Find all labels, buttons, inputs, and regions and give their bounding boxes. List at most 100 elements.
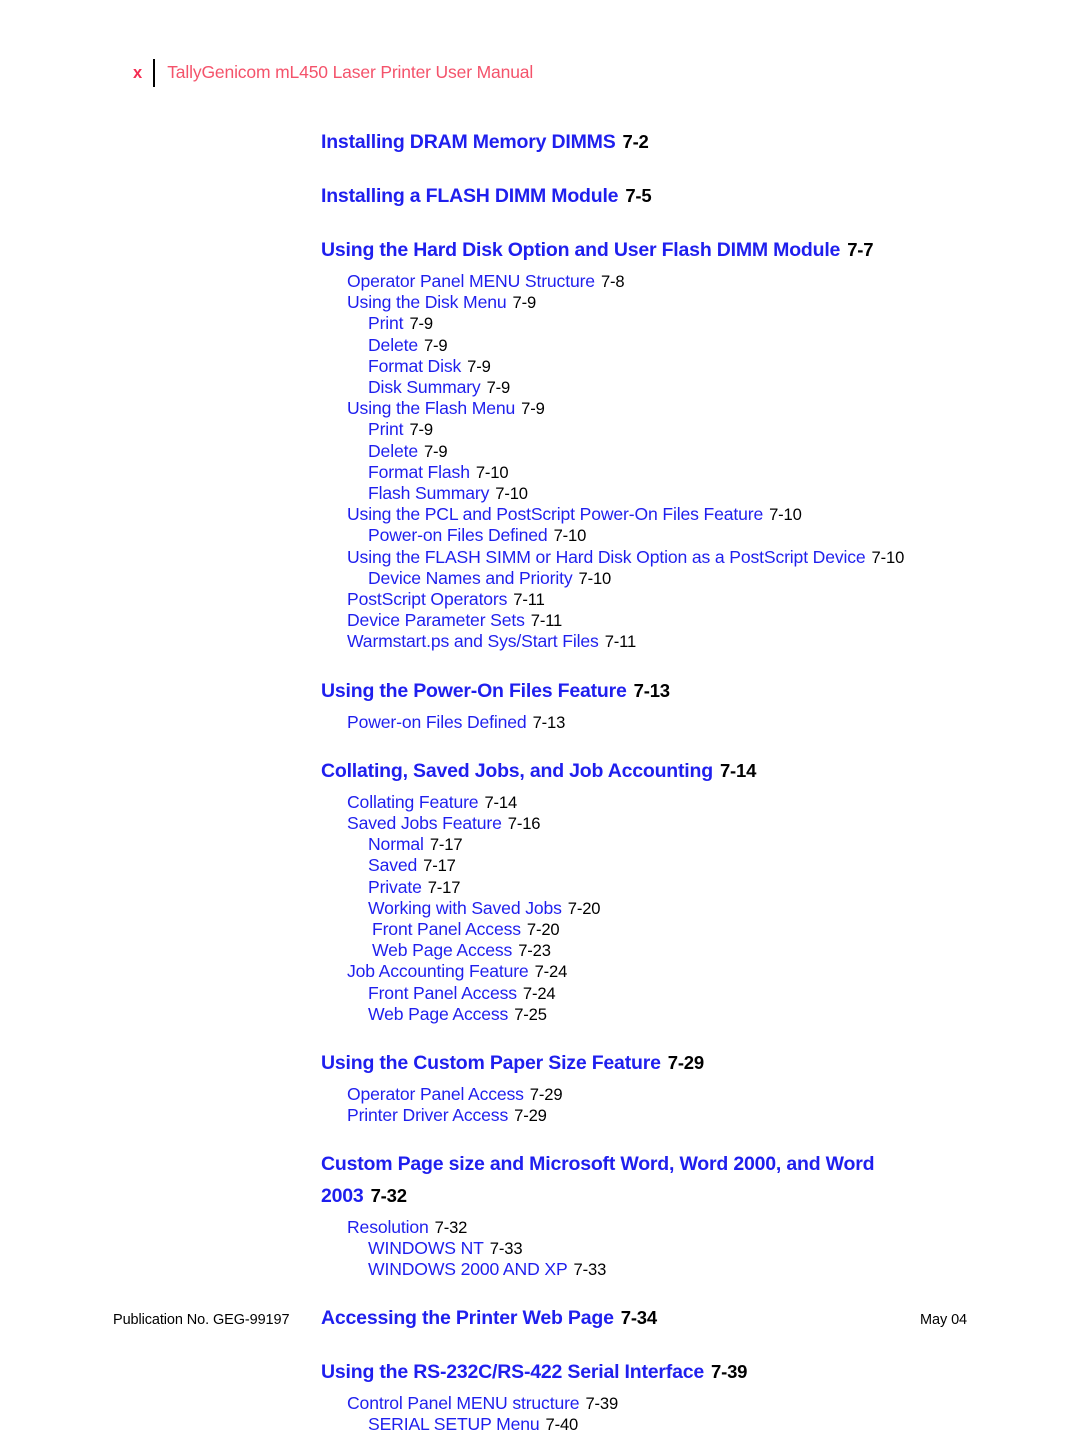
publication-date: May 04 bbox=[920, 1312, 967, 1328]
toc-entry-page-number: 7-29 bbox=[529, 1085, 563, 1105]
toc-entry[interactable]: Operator Panel Access 7-29 bbox=[347, 1084, 1080, 1105]
toc-entry-page-number: 7-9 bbox=[467, 356, 491, 376]
toc-heading[interactable]: Collating, Saved Jobs, and Job Accountin… bbox=[321, 755, 921, 787]
toc-entry-label: Collating Feature bbox=[347, 791, 479, 812]
toc-entry-page-number: 7-23 bbox=[518, 941, 551, 961]
toc-entry-page-number: 7-17 bbox=[423, 856, 456, 876]
toc-heading[interactable]: Using the Power-On Files Feature 7-13 bbox=[321, 675, 921, 707]
toc-entry-label: Control Panel MENU structure bbox=[347, 1393, 580, 1414]
toc-entry[interactable]: WINDOWS 2000 AND XP 7-33 bbox=[368, 1259, 1080, 1280]
toc-entry[interactable]: Using the Flash Menu 7-9 bbox=[347, 398, 1080, 419]
toc-entry-page-number: 7-9 bbox=[423, 441, 448, 461]
toc-heading[interactable]: Using the Custom Paper Size Feature 7-29 bbox=[321, 1047, 921, 1079]
toc-entry[interactable]: Power-on Files Defined 7-13 bbox=[347, 712, 1080, 733]
toc-entry[interactable]: Warmstart.ps and Sys/Start Files 7-11 bbox=[347, 631, 1080, 652]
page-folio-number: x bbox=[133, 63, 143, 82]
toc-heading[interactable]: Custom Page size and Microsoft Word, Wor… bbox=[321, 1149, 921, 1212]
toc-entry-page-number: 7-10 bbox=[871, 547, 905, 567]
toc-entry[interactable]: Resolution 7-32 bbox=[347, 1217, 1080, 1238]
toc-entry[interactable]: Device Parameter Sets 7-11 bbox=[347, 610, 1080, 631]
toc-entry-label: Web Page Access bbox=[372, 940, 513, 961]
toc-entry-label: Delete bbox=[368, 440, 418, 461]
toc-entry[interactable]: Using the Disk Menu 7-9 bbox=[347, 292, 1080, 313]
toc-entry[interactable]: Web Page Access 7-23 bbox=[372, 940, 1080, 961]
toc-entry-label: Using the RS-232C/RS-422 Serial Interfac… bbox=[321, 1361, 705, 1384]
toc-entry[interactable]: SERIAL SETUP Menu 7-40 bbox=[368, 1414, 1080, 1435]
toc-entry[interactable]: Power-on Files Defined 7-10 bbox=[368, 525, 1080, 546]
toc-entry-label: Operator Panel MENU Structure bbox=[347, 271, 595, 291]
header-divider bbox=[153, 59, 156, 87]
toc-entry-page-number: 7-32 bbox=[370, 1184, 407, 1206]
publication-number: Publication No. GEG-99197 bbox=[113, 1312, 290, 1328]
toc-entry-page-number: 7-11 bbox=[604, 632, 637, 652]
toc-entry-page-number: 7-33 bbox=[573, 1259, 607, 1279]
toc-entry[interactable]: Using the PCL and PostScript Power-On Fi… bbox=[347, 504, 1080, 525]
toc-entry[interactable]: Format Flash 7-10 bbox=[368, 462, 1080, 483]
toc-entry-label: Print bbox=[368, 313, 404, 334]
toc-entry-label: Normal bbox=[368, 834, 424, 855]
toc-entry-page-number: 7-29 bbox=[667, 1052, 704, 1074]
toc-entry[interactable]: Normal 7-17 bbox=[368, 834, 1080, 855]
toc-entry[interactable]: Working with Saved Jobs 7-20 bbox=[368, 898, 1080, 919]
manual-title: TallyGenicom mL450 Laser Printer User Ma… bbox=[167, 62, 534, 83]
toc-entry-page-number: 7-20 bbox=[567, 898, 601, 918]
toc-entry[interactable]: PostScript Operators 7-11 bbox=[347, 589, 1080, 610]
toc-entry-label: Printer Driver Access bbox=[347, 1105, 509, 1126]
toc-entry-label: Warmstart.ps and Sys/Start Files bbox=[347, 631, 599, 652]
toc-entry-page-number: 7-33 bbox=[489, 1238, 523, 1258]
toc-entry[interactable]: Print 7-9 bbox=[368, 419, 1080, 440]
toc-entry[interactable]: Format Disk 7-9 bbox=[368, 356, 1080, 377]
toc-heading[interactable]: Using the RS-232C/RS-422 Serial Interfac… bbox=[321, 1356, 921, 1388]
toc-entry[interactable]: Private 7-17 bbox=[368, 877, 1080, 898]
toc-entry-page-number: 7-10 bbox=[475, 462, 509, 482]
toc-entry-page-number: 7-10 bbox=[769, 505, 802, 525]
toc-entry-label: Using the Hard Disk Option and User Flas… bbox=[321, 239, 841, 261]
toc-entry-label: Using the Power-On Files Feature bbox=[321, 679, 627, 702]
toc-entry-page-number: 7-40 bbox=[545, 1415, 579, 1435]
toc-entry[interactable]: Saved Jobs Feature 7-16 bbox=[347, 813, 1080, 834]
toc-entry[interactable]: Flash Summary 7-10 bbox=[368, 483, 1080, 504]
toc-entry-page-number: 7-5 bbox=[625, 185, 652, 206]
toc-entry[interactable]: Saved 7-17 bbox=[368, 855, 1080, 876]
page-header: x TallyGenicom mL450 Laser Printer User … bbox=[133, 59, 533, 87]
toc-entry[interactable]: Operator Panel MENU Structure 7-8 bbox=[347, 271, 1080, 292]
toc-entry[interactable]: Print 7-9 bbox=[368, 313, 1080, 334]
toc-entry-label: Front Panel Access bbox=[372, 919, 521, 940]
toc-entry[interactable]: WINDOWS NT 7-33 bbox=[368, 1238, 1080, 1259]
toc-entry-label: Print bbox=[368, 419, 404, 440]
toc-entry[interactable]: Front Panel Access 7-24 bbox=[368, 983, 1080, 1004]
toc-heading[interactable]: Installing DRAM Memory DIMMS 7-2 bbox=[321, 126, 921, 158]
toc-entry-page-number: 7-11 bbox=[513, 590, 545, 610]
toc-entry-page-number: 7-10 bbox=[495, 484, 528, 504]
toc-entry-page-number: 7-9 bbox=[409, 420, 433, 440]
toc-entry[interactable]: Disk Summary 7-9 bbox=[368, 377, 1080, 398]
toc-entry[interactable]: Web Page Access 7-25 bbox=[368, 1004, 1080, 1025]
toc-entry-page-number: 7-10 bbox=[578, 568, 612, 588]
toc-entry-label: SERIAL SETUP Menu bbox=[368, 1414, 540, 1435]
toc-entry[interactable]: Delete 7-9 bbox=[368, 441, 1080, 462]
toc-entry-label: Device Names and Priority bbox=[368, 567, 573, 588]
toc-entry[interactable]: Front Panel Access 7-20 bbox=[372, 919, 1080, 940]
toc-entry-label: Working with Saved Jobs bbox=[368, 897, 562, 918]
toc-entry[interactable]: Job Accounting Feature 7-24 bbox=[347, 961, 1080, 982]
toc-heading[interactable]: Using the Hard Disk Option and User Flas… bbox=[321, 234, 921, 266]
toc-entry-label: Private bbox=[368, 876, 422, 897]
toc-entry[interactable]: Collating Feature 7-14 bbox=[347, 792, 1080, 813]
toc-entry-label: WINDOWS NT bbox=[368, 1237, 484, 1258]
toc-entry-page-number: 7-39 bbox=[711, 1361, 748, 1383]
toc-entry-page-number: 7-14 bbox=[484, 792, 518, 812]
toc-entry[interactable]: Printer Driver Access 7-29 bbox=[347, 1105, 1080, 1126]
toc-entry[interactable]: Control Panel MENU structure 7-39 bbox=[347, 1393, 1080, 1414]
toc-entry-page-number: 7-13 bbox=[532, 712, 566, 732]
document-page: x TallyGenicom mL450 Laser Printer User … bbox=[0, 0, 1080, 1434]
toc-entry-page-number: 7-10 bbox=[553, 526, 587, 546]
toc-entry-label: Web Page Access bbox=[368, 1003, 509, 1024]
toc-entry[interactable]: Delete 7-9 bbox=[368, 335, 1080, 356]
toc-heading[interactable]: Installing a FLASH DIMM Module 7-5 bbox=[321, 180, 921, 212]
page-footer: Publication No. GEG-99197 May 04 bbox=[113, 1312, 967, 1328]
toc-entry-page-number: 7-16 bbox=[507, 814, 541, 834]
toc-entry-page-number: 7-8 bbox=[600, 272, 625, 291]
toc-entry-label: Format Disk bbox=[368, 355, 462, 376]
toc-entry[interactable]: Using the FLASH SIMM or Hard Disk Option… bbox=[347, 547, 1080, 568]
toc-entry[interactable]: Device Names and Priority 7-10 bbox=[368, 568, 1080, 589]
